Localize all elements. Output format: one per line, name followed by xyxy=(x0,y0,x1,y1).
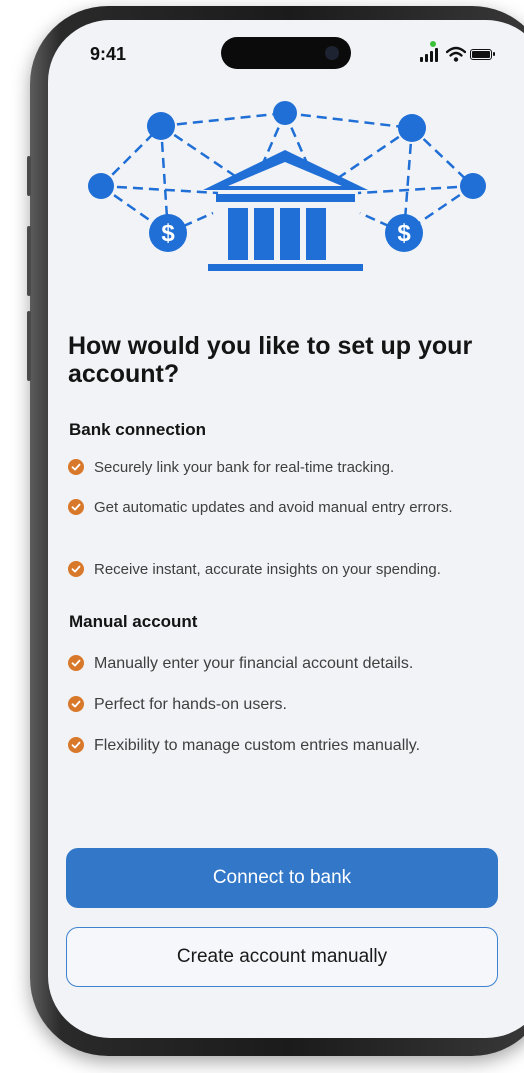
battery-icon xyxy=(470,49,495,60)
check-circle-icon xyxy=(68,737,84,753)
privacy-indicator-dot xyxy=(430,41,436,47)
phone-screen: 9:41 $ $ How would you like to set up yo… xyxy=(48,20,524,1038)
front-camera xyxy=(325,46,339,60)
list-item-text: Receive instant, accurate insights on yo… xyxy=(94,561,441,578)
dollar-sign-left: $ xyxy=(161,220,175,247)
check-circle-icon xyxy=(68,561,84,577)
volume-down-button xyxy=(27,311,31,381)
status-time: 9:41 xyxy=(90,44,127,64)
dollar-sign-right: $ xyxy=(397,220,411,247)
check-circle-icon xyxy=(68,655,84,671)
manual-account-heading: Manual account xyxy=(69,612,198,631)
create-account-manually-button[interactable]: Create account manually xyxy=(66,927,498,987)
check-circle-icon xyxy=(68,499,84,515)
cellular-signal-icon xyxy=(420,41,442,62)
volume-up-button xyxy=(27,226,31,296)
list-item-text: Perfect for hands-on users. xyxy=(94,696,287,713)
dynamic-island xyxy=(221,37,351,69)
page-title: How would you like to set up your accoun… xyxy=(68,332,473,388)
list-item-text: Get automatic updates and avoid manual e… xyxy=(94,499,453,516)
status-bar: 9:41 xyxy=(48,20,524,90)
list-item-text: Securely link your bank for real-time tr… xyxy=(94,459,395,476)
list-item-text: Flexibility to manage custom entries man… xyxy=(94,737,421,754)
check-circle-icon xyxy=(68,696,84,712)
bank-connection-heading: Bank connection xyxy=(69,420,206,439)
status-icons xyxy=(420,41,500,64)
action-button xyxy=(27,156,31,196)
check-circle-icon xyxy=(68,459,84,475)
bank-network-icon: $ $ xyxy=(88,101,486,271)
connect-to-bank-button[interactable]: Connect to bank xyxy=(66,848,498,908)
wifi-icon xyxy=(446,46,466,62)
list-item-text: Manually enter your financial account de… xyxy=(94,655,414,672)
